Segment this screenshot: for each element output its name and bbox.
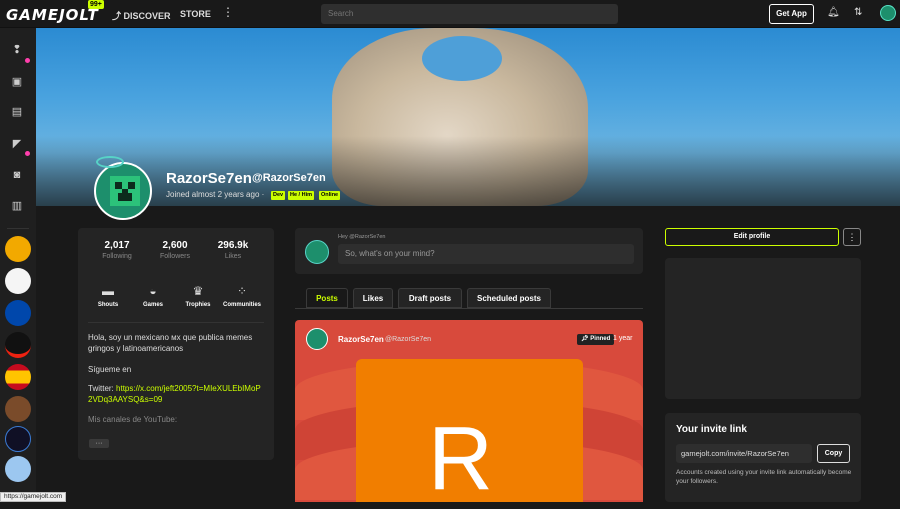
community-avatar[interactable]	[5, 300, 31, 326]
bio-follow-me: Sígueme en	[88, 365, 132, 374]
tab-draft-posts[interactable]: Draft posts	[398, 288, 462, 308]
bio-twitter: Twitter: https://x.com/jeft2005?t=MIeXUL…	[88, 383, 264, 405]
dev-badge: Dev	[271, 191, 286, 200]
trophy-icon[interactable]: ♛	[191, 284, 205, 298]
nav-discover-label: DISCOVER	[123, 11, 171, 21]
post-image-letter: R	[428, 409, 493, 509]
pinned-label: Pinned	[590, 336, 611, 342]
notification-dot	[25, 151, 30, 156]
shouts-icon[interactable]: ▬	[101, 284, 115, 298]
community-avatar[interactable]	[5, 364, 31, 390]
notification-count-badge: 99+	[88, 0, 104, 9]
followers-count[interactable]: 2,600	[145, 240, 205, 251]
sidebar-divider	[7, 228, 29, 229]
likes-label: Likes	[224, 253, 242, 260]
edit-profile-button[interactable]: Edit profile	[665, 228, 839, 246]
search-input[interactable]	[321, 4, 618, 24]
composer-input[interactable]: So, what's on your mind?	[338, 244, 634, 264]
left-sidebar: ❢ ▣ ▤ ◤ ◙ ▥	[0, 28, 36, 502]
bio-intro: Hola, soy un mexicano ᴍx que publica mem…	[88, 333, 253, 353]
gamejolt-logo[interactable]: GAMEJOLT	[6, 6, 99, 24]
community-avatar[interactable]	[5, 236, 31, 262]
following-label: Following	[102, 253, 132, 260]
online-badge: Online	[319, 191, 341, 200]
tab-scheduled-posts[interactable]: Scheduled posts	[467, 288, 551, 308]
store-icon[interactable]: ▣	[6, 70, 28, 92]
bio-expand-button[interactable]: ···	[89, 439, 109, 448]
backpack-icon[interactable]: ▤	[6, 100, 28, 122]
chat-icon[interactable]: ◙	[6, 164, 28, 186]
bio-youtube: Mis canales de YouTube:	[88, 415, 178, 424]
composer-greeting: Hey @RazorSe7en	[338, 234, 386, 240]
following-count[interactable]: 2,017	[87, 240, 147, 251]
shouts-label[interactable]: Shouts	[83, 302, 133, 308]
get-app-button[interactable]: Get App	[769, 4, 814, 24]
user-avatar[interactable]	[880, 5, 896, 21]
library-icon[interactable]: ▥	[6, 194, 28, 216]
community-avatar[interactable]	[5, 396, 31, 422]
twitter-label: Twitter:	[88, 384, 117, 393]
games-label[interactable]: Games	[128, 302, 178, 308]
pronouns-badge: He / Him	[288, 191, 315, 200]
more-menu-icon[interactable]: ⋮	[222, 5, 234, 19]
community-avatar[interactable]	[5, 426, 31, 452]
profile-display-name: RazorSe7en	[166, 170, 252, 187]
joined-date: Joined almost 2 years ago ·	[166, 190, 265, 199]
tab-posts[interactable]: Posts	[306, 288, 348, 308]
composer-avatar	[305, 240, 329, 264]
post-author-avatar[interactable]	[306, 328, 328, 350]
invite-title: Your invite link	[676, 424, 747, 435]
nav-discover[interactable]: ⤴ DISCOVER	[112, 9, 171, 22]
panel-divider	[88, 322, 264, 323]
profile-handle: @RazorSe7en	[252, 172, 326, 184]
logo-text: GAMEJOLT	[6, 6, 99, 24]
gamepad-icon[interactable]: ◒	[146, 284, 160, 298]
trophies-label[interactable]: Trophies	[173, 302, 223, 308]
community-avatar[interactable]	[5, 268, 31, 294]
post-age: 1 year	[613, 335, 633, 342]
avatar-frame	[96, 156, 124, 168]
likes-count[interactable]: 296.9k	[203, 240, 263, 251]
copy-button[interactable]: Copy	[817, 444, 850, 463]
bell-icon[interactable]: 🔔︎	[827, 7, 840, 18]
ad-panel	[665, 258, 861, 399]
communities-icon[interactable]: ⁘	[235, 284, 249, 298]
pinned-badge: 📌︎ Pinned	[577, 334, 615, 345]
browser-status-url: https://gamejolt.com	[0, 492, 67, 502]
profile-avatar[interactable]	[94, 162, 152, 220]
top-navbar: GAMEJOLT 99+ ⤴ DISCOVER STORE ⋮ Get App …	[0, 0, 900, 28]
communities-label[interactable]: Communities	[217, 302, 267, 308]
profile-more-button[interactable]: ⋮	[843, 228, 861, 246]
post-author-name[interactable]: RazorSe7en	[338, 335, 384, 344]
shop-cart-icon[interactable]: ◤	[6, 132, 28, 154]
invite-note: Accounts created using your invite link …	[676, 469, 852, 485]
tabs-underline	[295, 308, 643, 309]
post-author-handle: @RazorSe7en	[385, 336, 432, 343]
joined-text: Joined almost 2 years ago	[166, 190, 260, 199]
quests-icon[interactable]: ❢	[6, 38, 28, 60]
community-avatar[interactable]	[5, 332, 31, 358]
community-avatar[interactable]	[5, 456, 31, 482]
invite-link-field[interactable]: gamejolt.com/invite/RazorSe7en	[676, 444, 812, 463]
creeper-icon	[110, 176, 140, 206]
friends-icon[interactable]: ⇅	[854, 7, 862, 18]
followers-label: Followers	[160, 253, 190, 260]
nav-store[interactable]: STORE	[180, 9, 211, 19]
notification-dot	[25, 58, 30, 63]
tab-likes[interactable]: Likes	[353, 288, 393, 308]
